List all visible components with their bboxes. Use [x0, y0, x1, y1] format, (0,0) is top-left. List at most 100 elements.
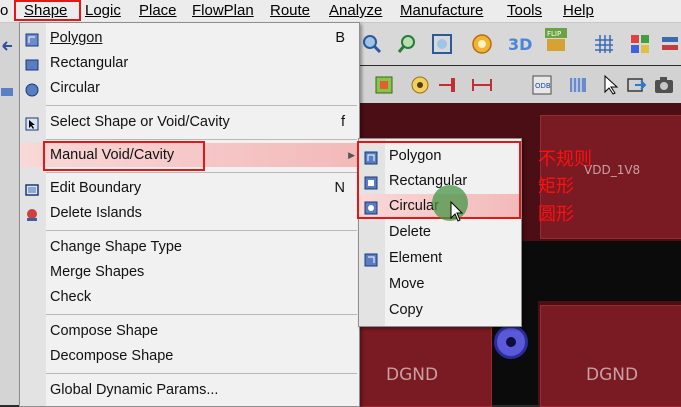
grid-icon[interactable] [592, 32, 616, 56]
flip-icon[interactable]: FLIP [544, 28, 568, 52]
left-arrow-icon[interactable] [0, 37, 16, 55]
menu-logic[interactable]: Logic [85, 1, 121, 20]
menu-place[interactable]: Place [139, 1, 177, 20]
menu-separator [46, 139, 357, 140]
menu-item-label: Merge Shapes [50, 264, 145, 280]
void-element-icon [364, 251, 378, 267]
menu-item-label: Delete [389, 224, 431, 240]
menu-item-select-shape[interactable]: Select Shape or Void/Cavity f [20, 110, 359, 134]
submenu-item-element[interactable]: Element [359, 246, 521, 270]
menu-item-global-dynamic-params[interactable]: Global Dynamic Params... [20, 378, 359, 402]
submenu-item-copy[interactable]: Copy [359, 298, 521, 322]
pad-label: DGND [386, 365, 439, 385]
menu-separator [46, 172, 357, 173]
menu-separator [46, 230, 357, 231]
menu-item-label: Edit Boundary [50, 180, 142, 196]
pad-label: DGND [586, 365, 639, 385]
menu-item-check[interactable]: Check [20, 285, 359, 309]
place-component-icon[interactable] [372, 73, 396, 97]
toolbar-row-1: 3D FLIP [358, 23, 681, 65]
zoom-in-icon[interactable] [360, 32, 384, 56]
menu-item-label: Select Shape or Void/Cavity [50, 114, 230, 130]
shape-menu-highlight-box [14, 0, 81, 21]
menu-route[interactable]: Route [270, 1, 310, 20]
menu-item-label: Delete Islands [50, 205, 142, 221]
place-pin-icon[interactable] [436, 73, 460, 97]
annotation-circle: 圆形 [538, 204, 574, 225]
odb-export-icon[interactable]: ODB [530, 73, 554, 97]
menu-item-merge-shapes[interactable]: Merge Shapes [20, 260, 359, 284]
menubar-edge-fragment: o [0, 2, 9, 19]
menu-flowplan-label: FlowPlan [192, 2, 254, 19]
menu-item-label: Check [50, 289, 92, 305]
zoom-previous-icon[interactable] [396, 32, 420, 56]
export-icon[interactable] [624, 73, 648, 97]
layers-icon[interactable] [658, 32, 681, 56]
menu-item-label: Copy [389, 302, 423, 318]
menu-manufacture-label: Manufacture [400, 2, 484, 19]
annotation-rectangle: 矩形 [538, 176, 574, 197]
menu-item-label: Polygon [50, 30, 103, 46]
zoom-fit-icon[interactable] [430, 32, 454, 56]
menu-separator [46, 373, 357, 374]
menu-item-label: Decompose Shape [50, 348, 174, 364]
menu-item-polygon[interactable]: Polygon B [20, 26, 359, 50]
3d-view-icon[interactable]: 3D [506, 32, 534, 56]
submenu-arrow-icon: ▶ [348, 150, 355, 160]
circle-shape-icon [25, 81, 39, 97]
menu-place-label: Place [139, 2, 177, 19]
menu-help-label: Help [563, 2, 594, 19]
menu-flowplan[interactable]: FlowPlan [192, 1, 254, 20]
menu-tools[interactable]: Tools [507, 1, 542, 20]
menubar: o Shape Logic Place FlowPlan Route Analy… [0, 0, 681, 23]
menu-logic-label: Logic [85, 2, 121, 19]
menu-tools-label: Tools [507, 2, 543, 19]
polygon-shape-icon [25, 31, 39, 47]
svg-text:ODB: ODB [535, 82, 551, 90]
toolbar-icon[interactable] [0, 83, 16, 101]
menu-item-compose-shape[interactable]: Compose Shape [20, 319, 359, 343]
left-toolbar [0, 23, 20, 405]
menu-analyze-label: Analyze [329, 2, 383, 19]
menu-item-shortcut: N [334, 180, 345, 196]
menu-item-label: Move [389, 276, 425, 292]
menu-manufacture[interactable]: Manufacture [400, 1, 483, 20]
menu-item-delete-islands[interactable]: Delete Islands [20, 201, 359, 225]
submenu-item-delete[interactable]: Delete [359, 220, 521, 244]
menu-item-label: Compose Shape [50, 323, 159, 339]
menu-item-shortcut: f [340, 114, 345, 130]
package-icon[interactable] [566, 73, 590, 97]
menu-item-label: Circular [50, 80, 100, 96]
via [494, 325, 528, 359]
menu-item-circular[interactable]: Circular [20, 76, 359, 100]
menu-route-label: Route [270, 2, 311, 19]
refresh-icon[interactable] [470, 32, 494, 56]
net-label: VDD_1V8 [584, 163, 641, 177]
color-palette-icon[interactable] [628, 32, 652, 56]
select-shape-icon [25, 115, 39, 131]
menu-item-decompose-shape[interactable]: Decompose Shape [20, 344, 359, 368]
menu-help[interactable]: Help [563, 1, 594, 20]
menu-analyze[interactable]: Analyze [329, 1, 382, 20]
dimension-icon[interactable] [470, 73, 494, 97]
cursor-select-icon[interactable] [598, 73, 622, 97]
manual-void-highlight-box [43, 141, 205, 171]
menu-item-label: Global Dynamic Params... [50, 382, 219, 398]
edit-boundary-icon [25, 181, 39, 196]
menu-item-rectangular[interactable]: Rectangular [20, 51, 359, 75]
annotation-irregular: 不规则 [538, 149, 592, 170]
menu-item-edit-boundary[interactable]: Edit Boundary N [20, 176, 359, 200]
menu-item-label: Change Shape Type [50, 239, 182, 255]
camera-icon[interactable] [652, 73, 676, 97]
mouse-cursor-icon [450, 200, 466, 223]
menu-item-label: Element [389, 250, 443, 266]
menu-item-label: Rectangular [50, 55, 129, 71]
menu-item-change-shape-type[interactable]: Change Shape Type [20, 235, 359, 259]
submenu-item-move[interactable]: Move [359, 272, 521, 296]
menu-separator [46, 105, 357, 106]
svg-text:FLIP: FLIP [547, 30, 561, 38]
bond-finger-icon[interactable] [408, 73, 432, 97]
shape-menu: Polygon B Rectangular Circular Select Sh… [19, 22, 360, 407]
menu-separator [46, 314, 357, 315]
rectangle-shape-icon [25, 56, 39, 71]
